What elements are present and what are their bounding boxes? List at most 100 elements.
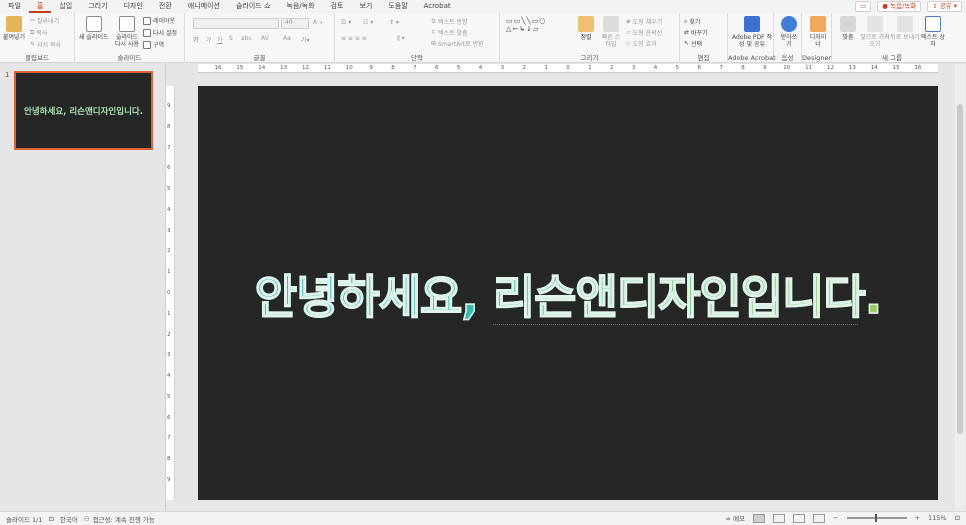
scrollbar-thumb[interactable] bbox=[957, 104, 963, 434]
share-button[interactable]: ⇪ 공유 ▾ bbox=[927, 1, 962, 12]
comment-icon[interactable]: ▭ bbox=[855, 1, 872, 12]
powerpoint-window: 파일 홈 삽입 그리기 디자인 전환 애니메이션 슬라이드 쇼 녹음/녹화 검토… bbox=[0, 0, 966, 525]
text-direction-button[interactable]: ⇅ 텍스트 방향 bbox=[431, 17, 468, 26]
bold-button[interactable]: 가 bbox=[193, 35, 199, 44]
find-button[interactable]: ⌕ 찾기 bbox=[684, 17, 700, 27]
accessibility-status[interactable]: ⚇ 접근성: 계속 진행 가능 bbox=[84, 514, 155, 524]
shape-outline-button[interactable]: ▱ 도형 윤곽선 bbox=[626, 28, 662, 37]
slide-title-textbox[interactable]: 안녕하세요, 리슨앤디자인입니다. bbox=[198, 261, 938, 327]
tab-draw[interactable]: 그리기 bbox=[80, 0, 115, 13]
reuse-slide-button[interactable]: 슬라이드 다시 사용 bbox=[113, 16, 141, 48]
shapes-gallery[interactable]: ▭▭╲╲▭○ △⌐↳↓▱ bbox=[506, 17, 546, 33]
tab-record[interactable]: 녹음/녹화 bbox=[278, 0, 322, 13]
align-text-button[interactable]: ⇳ 텍스트 맞춤 bbox=[431, 28, 468, 37]
bring-forward-button[interactable]: 앞으로 가져오기 bbox=[860, 16, 890, 48]
new-slide-button[interactable]: 새 슬라이드 bbox=[79, 16, 109, 41]
tab-help[interactable]: 도움말 bbox=[380, 0, 415, 13]
align-button[interactable]: 맞춤 bbox=[836, 16, 860, 41]
designer-button[interactable]: 디자이너 bbox=[807, 16, 829, 48]
accessibility-label: 접근성: 계속 진행 가능 bbox=[92, 515, 155, 524]
smartart-button[interactable]: ⊞ SmartArt로 변환 bbox=[431, 39, 484, 48]
zoom-in-button[interactable]: + bbox=[915, 514, 920, 522]
new-slide-label: 새 슬라이드 bbox=[79, 34, 109, 41]
font-name-box[interactable] bbox=[193, 18, 279, 29]
quick-styles-button[interactable]: 빠른 스타일 bbox=[600, 16, 622, 48]
slide-title-text: 안녕하세요, 리슨앤디자인입니다. bbox=[254, 269, 883, 325]
layout-button[interactable]: 레이아웃 bbox=[143, 16, 175, 25]
underline-button[interactable]: 가 bbox=[217, 35, 223, 44]
ruler-label: 2 bbox=[167, 331, 171, 338]
status-bar: 슬라이드 1/1 ⊡ 한국어 ⚇ 접근성: 계속 진행 가능 ≐ 메모 − + 1… bbox=[0, 511, 966, 525]
record-label: 녹음/녹화 bbox=[890, 2, 917, 10]
case-button[interactable]: Aa bbox=[283, 35, 291, 42]
tab-slideshow[interactable]: 슬라이드 쇼 bbox=[228, 0, 278, 13]
strikethrough-button[interactable]: abc bbox=[241, 35, 252, 42]
section-label: 구역 bbox=[153, 42, 165, 49]
select-button[interactable]: ↖ 선택 bbox=[684, 39, 702, 48]
record-button[interactable]: ● 녹음/녹화 bbox=[877, 1, 922, 12]
tab-animations[interactable]: 애니메이션 bbox=[180, 0, 228, 13]
slideshow-view-button[interactable] bbox=[813, 513, 826, 523]
slide-sorter-button[interactable] bbox=[773, 513, 786, 523]
textbox-button[interactable]: 텍스트 상자 bbox=[920, 16, 946, 48]
columns-button[interactable]: ⫼ ▾ bbox=[397, 35, 405, 43]
tab-insert[interactable]: 삽입 bbox=[51, 0, 80, 13]
replace-label: 바꾸기 bbox=[691, 30, 708, 37]
acrobat-group: Adobe PDF 작성 및 공유 Adobe Acrobat bbox=[728, 13, 776, 63]
fit-slide-icon[interactable]: ⊡ bbox=[955, 514, 960, 522]
language-indicator[interactable]: 한국어 bbox=[60, 514, 78, 524]
tab-view[interactable]: 보기 bbox=[351, 0, 380, 13]
ruler-label: 1 bbox=[167, 310, 171, 317]
char-spacing-button[interactable]: AV bbox=[261, 35, 269, 42]
bullets-button[interactable]: ☰ ▾ bbox=[341, 19, 351, 26]
copy-icon: ⧉ bbox=[30, 28, 35, 36]
tab-design[interactable]: 디자인 bbox=[116, 0, 151, 13]
cut-label: 잘라내기 bbox=[37, 18, 60, 25]
zoom-level[interactable]: 115% bbox=[928, 514, 947, 522]
slide-canvas[interactable]: 안녕하세요, 리슨앤디자인입니다. bbox=[198, 86, 938, 500]
vertical-scrollbar[interactable] bbox=[955, 64, 965, 511]
arrange-button[interactable]: 정렬 bbox=[578, 16, 594, 41]
cut-button[interactable]: ✂ 잘라내기 bbox=[30, 16, 59, 25]
normal-view-button[interactable] bbox=[753, 513, 766, 523]
format-painter-button[interactable]: ✎ 서식 복사 bbox=[30, 40, 61, 49]
shape-fill-button[interactable]: ◈ 도형 채우기 bbox=[626, 17, 662, 26]
italic-button[interactable]: 가 bbox=[205, 35, 211, 44]
send-backward-button[interactable]: 뒤로 보내기 bbox=[890, 16, 920, 41]
dictate-button[interactable]: 받아쓰기 bbox=[778, 16, 800, 48]
drawing-group-label: 그리기 bbox=[580, 54, 599, 62]
paste-button[interactable]: 붙여넣기 bbox=[3, 16, 25, 41]
grow-font-button[interactable]: A + bbox=[313, 19, 323, 26]
ruler-label: 7 bbox=[413, 65, 417, 71]
tab-review[interactable]: 검토 bbox=[323, 0, 352, 13]
tab-file[interactable]: 파일 bbox=[0, 0, 29, 13]
send-backward-label: 뒤로 보내기 bbox=[890, 34, 920, 41]
scissors-icon: ✂ bbox=[30, 17, 36, 24]
reset-button[interactable]: 다시 설정 bbox=[143, 28, 177, 37]
zoom-slider[interactable] bbox=[846, 514, 907, 522]
create-pdf-button[interactable]: Adobe PDF 작성 및 공유 bbox=[732, 16, 772, 48]
zoom-out-button[interactable]: − bbox=[833, 514, 838, 522]
slide-thumbnail[interactable]: 안녕하세요, 리슨앤디자인입니다. bbox=[14, 71, 153, 150]
tab-home[interactable]: 홈 bbox=[28, 0, 52, 13]
font-group: 40 A + 가 가 가 S abc AV Aa 가▾ 글꼴 bbox=[185, 13, 335, 63]
section-button[interactable]: 구역 bbox=[143, 40, 164, 49]
shape-effects-button[interactable]: ◇ 도형 효과 bbox=[626, 39, 657, 48]
ruler-label: 3 bbox=[167, 352, 171, 359]
shadow-button[interactable]: S bbox=[229, 35, 233, 42]
tab-acrobat[interactable]: Acrobat bbox=[416, 0, 459, 13]
line-spacing-button[interactable]: ↕ ▾ bbox=[389, 19, 399, 26]
tab-transitions[interactable]: 전환 bbox=[151, 0, 180, 13]
align-left-button[interactable]: ≡ ≡ ≡ ≡ bbox=[341, 35, 367, 42]
font-color-button[interactable]: 가▾ bbox=[301, 35, 310, 44]
ruler-label: 1 bbox=[588, 65, 592, 71]
spellcheck-icon[interactable]: ⊡ bbox=[48, 515, 53, 523]
font-size-box[interactable]: 40 bbox=[281, 18, 309, 29]
copy-button[interactable]: ⧉ 복사 bbox=[30, 28, 47, 38]
paragraph-group: ☰ ▾ ☷ ▾ ↕ ▾ ⇅ 텍스트 방향 ⇳ 텍스트 맞춤 ⊞ SmartArt로 변… bbox=[335, 13, 500, 63]
numbering-button[interactable]: ☷ ▾ bbox=[363, 19, 373, 26]
notes-button[interactable]: ≐ 메모 bbox=[726, 513, 745, 523]
replace-button[interactable]: ⇄ 바꾸기 bbox=[684, 28, 708, 37]
reading-view-button[interactable] bbox=[793, 513, 806, 523]
replace-icon: ⇄ bbox=[684, 29, 690, 36]
